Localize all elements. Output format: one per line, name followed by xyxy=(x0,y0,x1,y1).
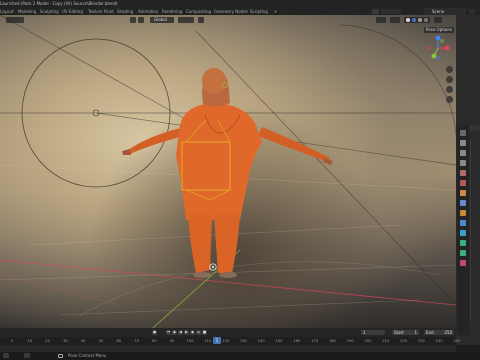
zoom-icon[interactable] xyxy=(446,66,453,73)
window-title: Launched (Pack 2 Model - Copy (All) Sour… xyxy=(0,1,118,6)
editor-type-dropdown[interactable] xyxy=(6,17,24,23)
scene-tab-icon[interactable] xyxy=(460,170,466,176)
render-tab-icon[interactable] xyxy=(460,140,466,146)
loop-button[interactable]: ■ xyxy=(202,330,207,335)
mouse-right-icon xyxy=(58,354,63,358)
frame-tick-label: 250 xyxy=(453,339,461,343)
properties-scrollbar[interactable] xyxy=(470,140,471,320)
bone-tab-icon[interactable] xyxy=(460,250,466,256)
solid-shading-icon[interactable] xyxy=(412,18,416,22)
perspective-grid-icon[interactable] xyxy=(446,96,453,103)
start-label: Start xyxy=(394,330,404,335)
constraints-tab-icon[interactable] xyxy=(460,230,466,236)
transform-orientation-dropdown[interactable]: Global xyxy=(150,17,174,23)
next-keyframe-button[interactable]: ◆ xyxy=(190,330,195,335)
view-layer-tab-icon[interactable] xyxy=(460,160,466,166)
current-frame-field[interactable]: 1 xyxy=(361,330,385,335)
viewport-scene xyxy=(0,15,456,328)
snap-toggle[interactable] xyxy=(178,17,194,23)
workspace-dropdown[interactable] xyxy=(381,9,401,14)
timeline-playhead[interactable]: 1 xyxy=(213,337,221,344)
tool-tab-icon[interactable] xyxy=(460,130,466,136)
view-layer-icon[interactable] xyxy=(469,9,475,14)
play-reverse-button[interactable]: ◀ xyxy=(178,330,183,335)
start-value: 1 xyxy=(414,330,417,335)
play-button[interactable]: ▶ xyxy=(184,330,189,335)
end-value: 250 xyxy=(444,330,452,335)
pivot-point-icon[interactable] xyxy=(130,17,136,23)
overlays-toggle[interactable] xyxy=(376,17,386,23)
timeline-track-area[interactable] xyxy=(0,345,456,352)
proportional-edit-icon[interactable] xyxy=(198,17,204,23)
properties-search-field[interactable] xyxy=(469,125,480,131)
character-model xyxy=(122,68,333,278)
end-label: End xyxy=(426,330,434,335)
output-tab-icon[interactable] xyxy=(460,150,466,156)
camera-view-icon[interactable] xyxy=(446,86,453,93)
modifier-tab-icon[interactable] xyxy=(460,200,466,206)
wireframe-shading-icon[interactable] xyxy=(406,18,410,22)
red-guide-line xyxy=(0,274,121,306)
status-hint: Pose Context Menu xyxy=(68,353,107,358)
jump-end-button[interactable]: ⏭ xyxy=(196,330,201,335)
pan-hand-icon[interactable] xyxy=(446,76,453,83)
object-tab-icon[interactable] xyxy=(460,190,466,196)
scene-selector[interactable]: Scene xyxy=(424,8,466,15)
prev-keyframe-button[interactable]: ◆ xyxy=(172,330,177,335)
start-frame-field[interactable]: Start 1 xyxy=(392,330,419,335)
3d-viewport[interactable] xyxy=(0,15,456,328)
navigation-gizmo[interactable] xyxy=(424,34,452,62)
end-frame-field[interactable]: End 250 xyxy=(424,330,454,335)
xray-toggle[interactable] xyxy=(390,17,400,23)
mouse-pan-icon xyxy=(24,353,30,358)
material-shading-icon[interactable] xyxy=(418,18,422,22)
transform-orientation-icon[interactable] xyxy=(138,17,144,23)
timeline-header xyxy=(0,328,456,337)
record-keyframe-button[interactable]: ● xyxy=(152,330,157,335)
scene-label: Scene xyxy=(432,9,445,14)
jump-start-button[interactable]: ⏮ xyxy=(166,330,171,335)
mouse-select-icon xyxy=(3,353,9,358)
pose-options-dropdown[interactable]: Pose Options xyxy=(424,27,454,33)
data-tab-icon[interactable] xyxy=(460,240,466,246)
rendered-shading-icon[interactable] xyxy=(424,18,428,22)
particles-tab-icon[interactable] xyxy=(460,210,466,216)
material-tab-icon[interactable] xyxy=(460,260,466,266)
ground-arc xyxy=(79,261,441,316)
world-tab-icon[interactable] xyxy=(460,180,466,186)
physics-tab-icon[interactable] xyxy=(460,220,466,226)
shading-options-dropdown[interactable] xyxy=(434,17,442,23)
shading-mode-buttons[interactable] xyxy=(404,17,430,23)
render-icon[interactable] xyxy=(372,9,379,14)
